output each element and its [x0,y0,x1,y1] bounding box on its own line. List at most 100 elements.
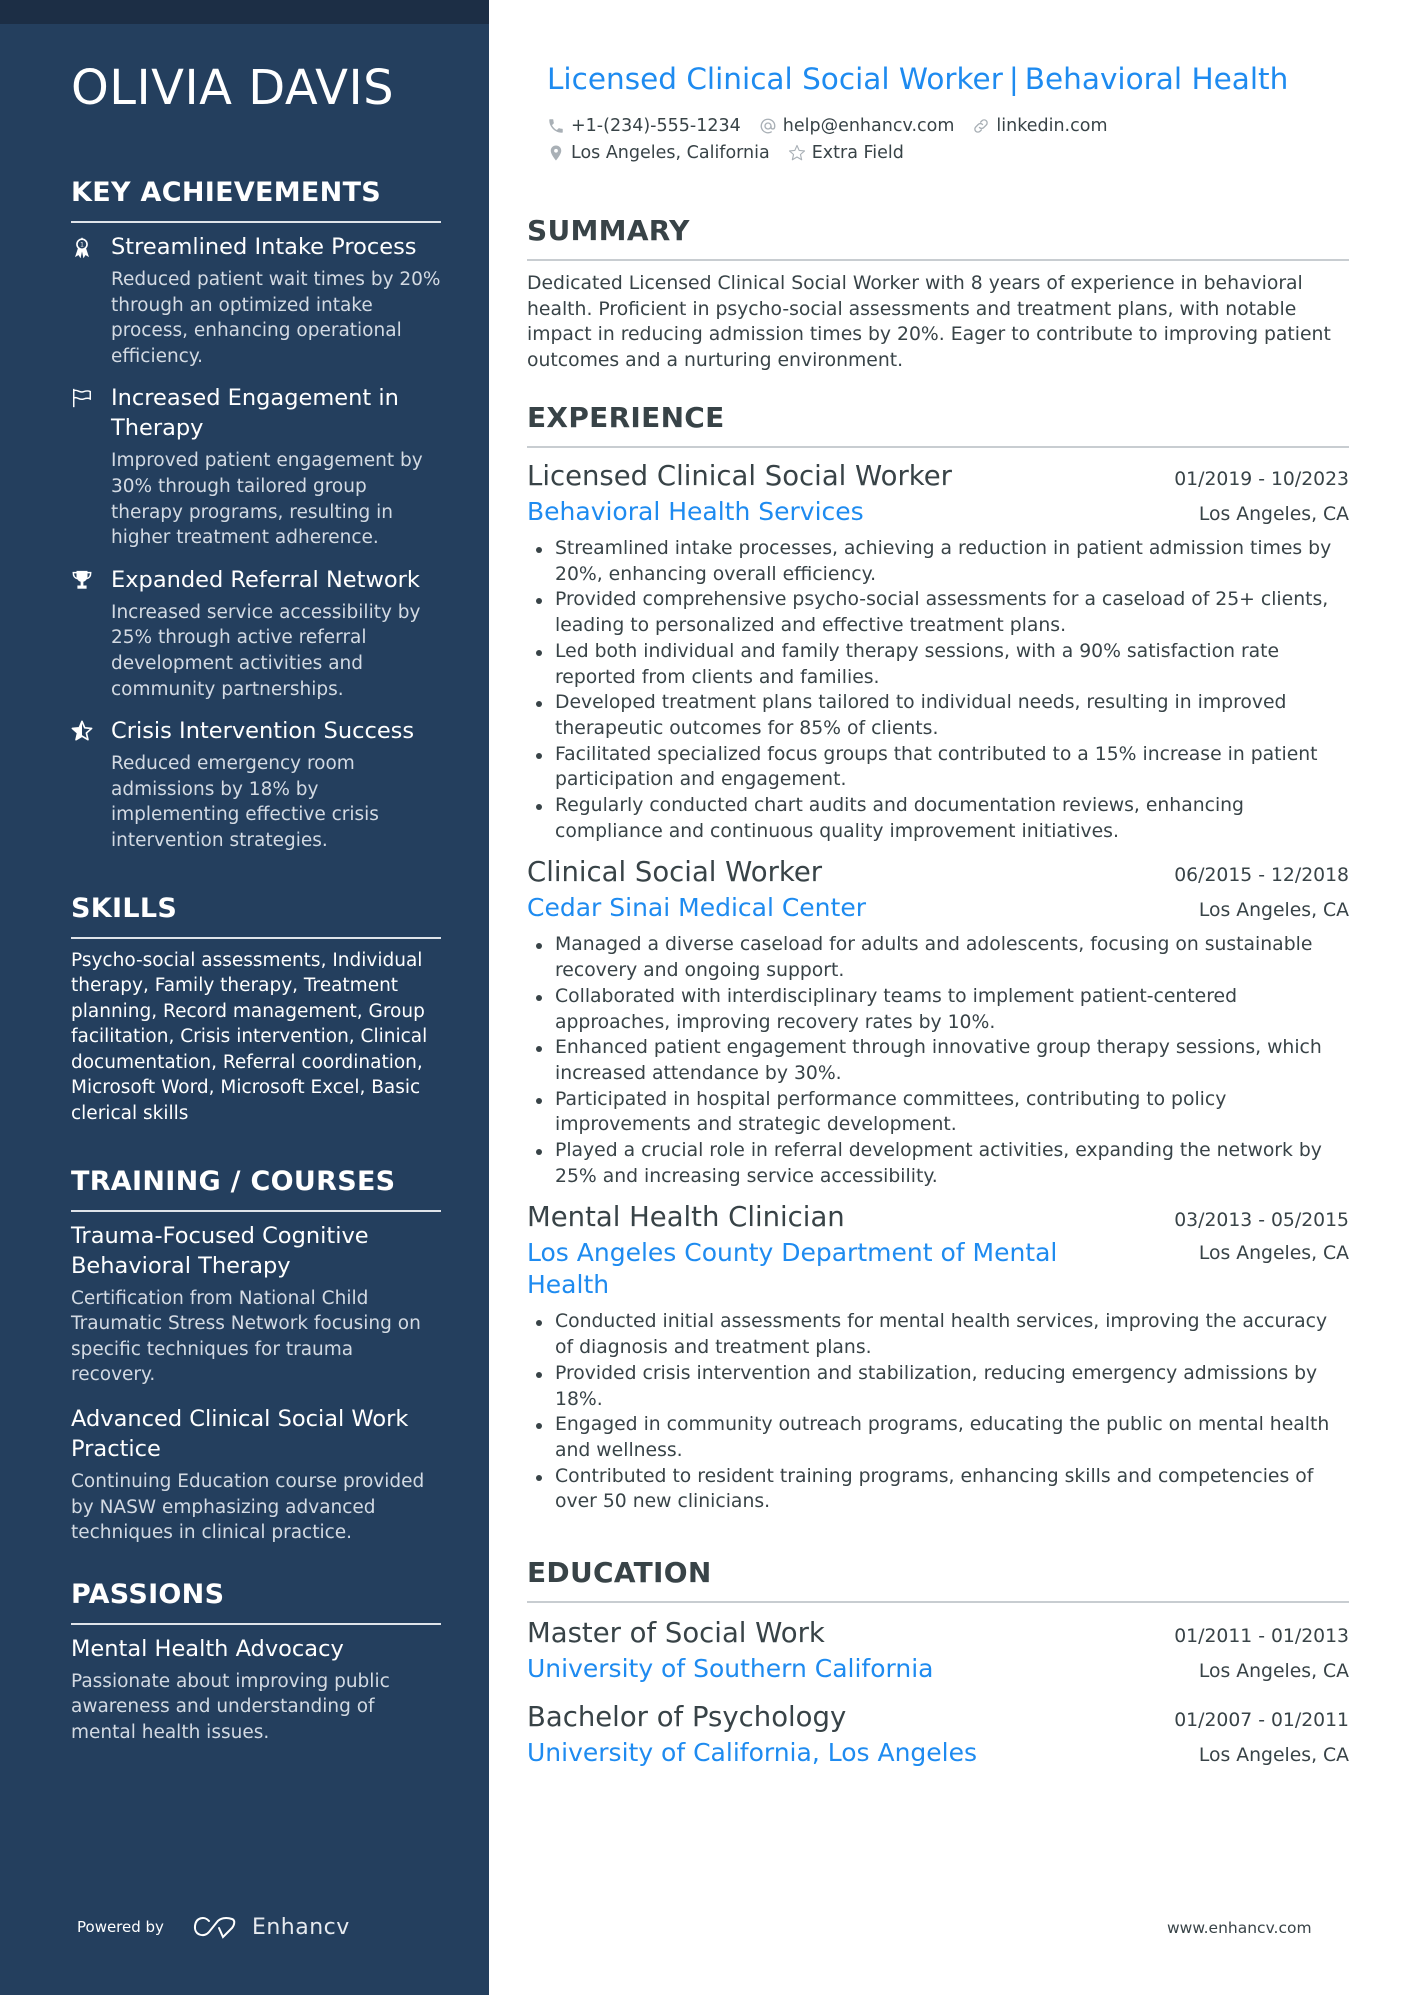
half-star-icon [71,716,111,853]
job-bullet: Collaborated with interdisciplinary team… [527,984,1349,1035]
enhancv-logo: Enhancv [192,1914,350,1940]
job-title: Mental Health Clinician [527,1201,845,1234]
education-entry: Master of Social Work 01/2011 - 01/2013 … [527,1613,1349,1685]
job-bullet: Contributed to resident training program… [527,1464,1349,1515]
job-location: Los Angeles, CA [1198,900,1349,922]
star-icon [788,144,805,160]
job-entry: Mental Health Clinician 03/2013 - 05/201… [527,1197,1349,1515]
job-bullet: Led both individual and family therapy s… [527,639,1349,690]
course-description: Continuing Education course provided by … [71,1471,425,1544]
course-item: Trauma-Focused Cognitive Behavioral Ther… [71,1221,441,1388]
footer-url[interactable]: www.enhancv.com [1167,1919,1312,1937]
education-section: EDUCATION Master of Social Work 01/2011 … [527,1555,1349,1769]
achievement-description: Reduced emergency room admissions by 18%… [111,753,379,851]
phone-icon [549,118,563,133]
achievement-title: Expanded Referral Network [111,566,420,593]
job-bullet: Provided crisis intervention and stabili… [527,1361,1349,1412]
contact-phone[interactable]: +1-(234)-555-1234 [547,116,741,136]
section-heading: SUMMARY [527,213,1349,261]
achievement-description: Improved patient engagement by 30% throu… [111,450,423,549]
achievement-title: Crisis Intervention Success [111,718,415,745]
headline-specialty: Behavioral Health [1024,62,1289,96]
job-bullet: Participated in hospital performance com… [527,1087,1349,1138]
education-dates: 01/2011 - 01/2013 [1174,1626,1349,1647]
location-text: Los Angeles, California [571,142,770,163]
degree: Master of Social Work [527,1617,825,1649]
achievement-item: Crisis Intervention Success Reduced emer… [71,716,441,853]
job-dates: 01/2019 - 10/2023 [1174,469,1349,490]
job-location: Los Angeles, CA [1198,504,1349,525]
school[interactable]: University of California, Los Angeles [527,1737,977,1769]
contact-location: Los Angeles, California [547,143,770,163]
sidebar: OLIVIA DAVIS KEY ACHIEVEMENTS 1 Streamli… [0,0,489,1995]
passions-section: PASSIONS Mental Health Advocacy Passiona… [71,1576,441,1746]
job-bullet: Played a crucial role in referral develo… [527,1138,1349,1189]
job-location: Los Angeles, CA [1198,1243,1349,1265]
contact-website[interactable]: linkedin.com [972,115,1108,136]
training-section: TRAINING / COURSES Trauma-Focused Cognit… [71,1163,441,1546]
achievement-description: Increased service accessibility by 25% t… [111,601,421,700]
section-heading: KEY ACHIEVEMENTS [71,174,441,223]
website-text: linkedin.com [996,115,1108,136]
job-bullet: Streamlined intake processes, achieving … [527,536,1349,587]
contact-info: +1-(234)-555-1234 help@enhancv.com linke… [547,112,1126,166]
trophy-icon [71,565,111,702]
job-company[interactable]: Cedar Sinai Medical Center [527,892,866,924]
section-heading: TRAINING / COURSES [71,1163,441,1212]
skills-section: SKILLS Psycho-social assessments, Indivi… [71,890,441,1127]
section-heading: PASSIONS [71,1576,441,1625]
job-bullets: Managed a diverse caseload for adults an… [527,932,1349,1189]
headline-separator: | [1008,62,1019,96]
summary-text: Dedicated Licensed Clinical Social Worke… [527,273,1331,372]
contact-extra: Extra Field [788,143,904,163]
job-bullet: Provided comprehensive psycho-social ass… [527,587,1349,638]
job-bullet: Facilitated specialized focus groups tha… [527,742,1349,793]
job-bullet: Developed treatment plans tailored to in… [527,690,1349,741]
achievement-item: Increased Engagement in Therapy Improved… [71,383,441,550]
headline-title: Licensed Clinical Social Worker | Behavior… [547,60,1288,98]
job-bullet: Conducted initial assessments for mental… [527,1309,1349,1360]
job-bullets: Streamlined intake processes, achieving … [527,536,1349,844]
course-title: Trauma-Focused Cognitive Behavioral Ther… [71,1222,369,1279]
job-bullet: Regularly conducted chart audits and doc… [527,793,1349,844]
powered-by[interactable]: Powered by Enhancv [77,1914,350,1940]
education-location: Los Angeles, CA [1198,1661,1349,1682]
summary-section: SUMMARY Dedicated Licensed Clinical Soci… [527,213,1349,374]
achievement-item: 1 Streamlined Intake Process Reduced pat… [71,232,441,369]
location-pin-icon [550,145,562,160]
achievement-title: Increased Engagement in Therapy [111,385,399,442]
section-heading: EXPERIENCE [527,400,1349,448]
course-description: Certification from National Child Trauma… [71,1287,421,1386]
job-company[interactable]: Los Angeles County Department of Mental … [527,1237,1087,1301]
job-dates: 06/2015 - 12/2018 [1174,865,1349,887]
powered-by-label: Powered by [77,1918,164,1936]
passion-title: Mental Health Advocacy [71,1635,344,1662]
achievement-description: Reduced patient wait times by 20% throug… [111,269,441,367]
job-bullet: Managed a diverse caseload for adults an… [527,932,1349,983]
section-heading: EDUCATION [527,1555,1349,1603]
award-ribbon-icon: 1 [71,232,111,369]
achievement-item: Expanded Referral Network Increased serv… [71,565,441,702]
course-title: Advanced Clinical Social Work Practice [71,1406,409,1463]
contact-email[interactable]: help@enhancv.com [759,115,955,136]
enhancv-brand: Enhancv [251,1914,350,1940]
course-item: Advanced Clinical Social Work Practice C… [71,1404,441,1546]
extra-field-text: Extra Field [811,142,904,163]
candidate-name: OLIVIA DAVIS [71,60,395,116]
phone-text: +1-(234)-555-1234 [571,115,741,136]
education-entry: Bachelor of Psychology 01/2007 - 01/2011… [527,1697,1349,1769]
job-title: Clinical Social Worker [527,856,823,889]
email-text: help@enhancv.com [782,115,955,136]
passion-description: Passionate about improving public awaren… [71,1670,390,1743]
link-icon [974,118,989,133]
job-title: Licensed Clinical Social Worker [527,460,952,492]
achievement-title: Streamlined Intake Process [111,234,417,260]
at-icon [760,118,776,133]
sidebar-top-strip [0,0,489,24]
school[interactable]: University of Southern California [527,1653,933,1685]
key-achievements-section: KEY ACHIEVEMENTS 1 Streamlined Intake Pr… [71,174,441,854]
degree: Bachelor of Psychology [527,1701,847,1733]
svg-text:1: 1 [80,242,84,249]
job-company[interactable]: Behavioral Health Services [527,496,864,528]
experience-section: EXPERIENCE Licensed Clinical Social Work… [527,400,1349,1515]
